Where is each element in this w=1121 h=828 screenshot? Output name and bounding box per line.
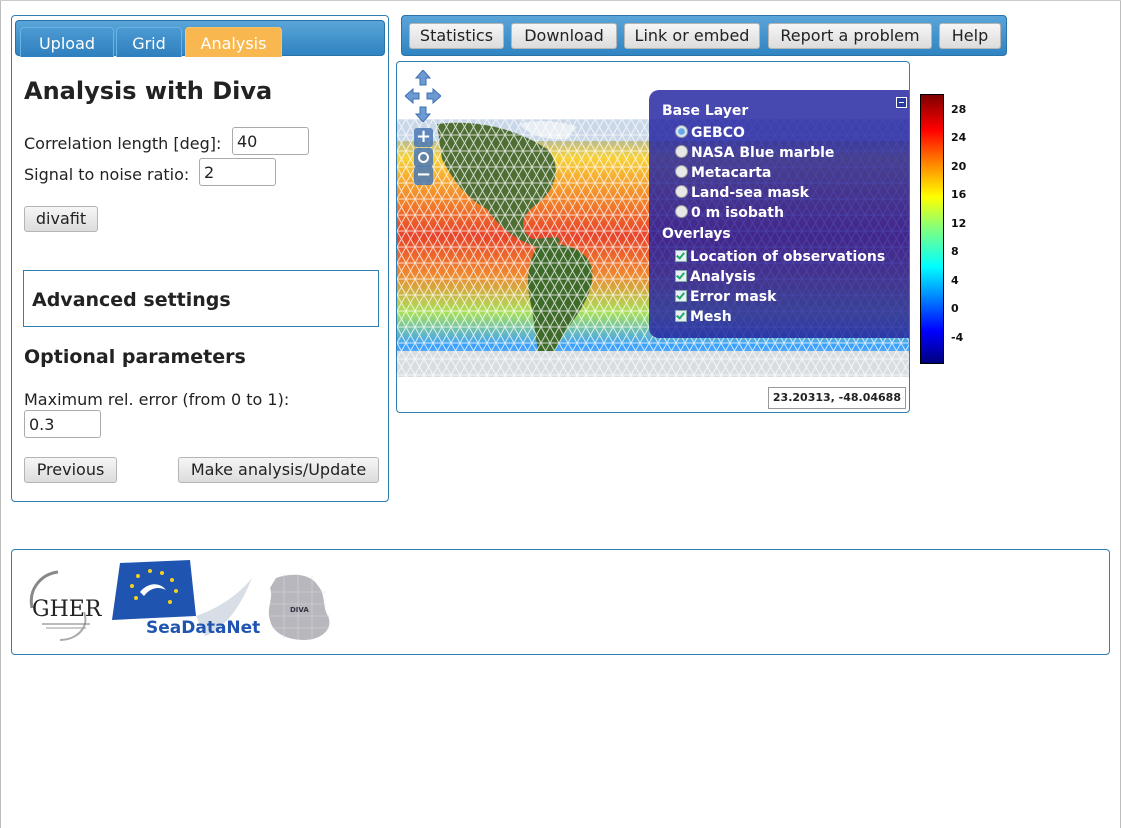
radio-icon[interactable] bbox=[675, 145, 688, 158]
base-layer-label: Land-sea mask bbox=[691, 185, 809, 201]
base-layer-metacarta[interactable]: Metacarta bbox=[675, 165, 771, 181]
correlation-length-input[interactable] bbox=[232, 127, 309, 155]
overlay-label: Error mask bbox=[690, 289, 777, 305]
base-layer-label: 0 m isobath bbox=[691, 205, 784, 221]
pan-arrows-icon[interactable] bbox=[405, 70, 441, 122]
gher-logo[interactable]: GHER bbox=[24, 568, 108, 644]
base-layer-gebco[interactable]: GEBCO bbox=[675, 125, 745, 141]
tab-bar: Upload Grid Analysis bbox=[15, 20, 385, 57]
link-or-embed-button[interactable]: Link or embed bbox=[624, 23, 760, 49]
base-layer-land-sea-mask[interactable]: Land-sea mask bbox=[675, 185, 809, 201]
max-rel-error-input[interactable] bbox=[24, 410, 101, 438]
overlays-heading: Overlays bbox=[662, 226, 731, 242]
divafit-button[interactable]: divafit bbox=[24, 206, 98, 232]
colorbar-label: 0 bbox=[951, 302, 959, 315]
diva-logo[interactable]: DIVA bbox=[264, 572, 336, 642]
help-button[interactable]: Help bbox=[939, 23, 1001, 49]
radio-selected-icon[interactable] bbox=[675, 125, 688, 138]
overlay-label: Location of observations bbox=[690, 249, 886, 265]
base-layer-heading: Base Layer bbox=[662, 103, 749, 119]
checkbox-checked-icon[interactable] bbox=[675, 290, 687, 302]
base-layer-label: GEBCO bbox=[691, 125, 745, 141]
advanced-settings-heading[interactable]: Advanced settings bbox=[32, 289, 231, 311]
zoom-in-button[interactable]: + bbox=[414, 128, 433, 147]
minimize-icon[interactable] bbox=[896, 97, 907, 108]
overlay-mesh[interactable]: Mesh bbox=[675, 309, 732, 325]
colorbar-label: 8 bbox=[951, 245, 959, 258]
base-layer-nasa[interactable]: NASA Blue marble bbox=[675, 145, 834, 161]
colorbar-label: -4 bbox=[951, 331, 964, 344]
zoom-out-button[interactable]: − bbox=[414, 166, 433, 185]
overlay-label: Analysis bbox=[690, 269, 756, 285]
signal-to-noise-label: Signal to noise ratio: bbox=[24, 165, 190, 184]
toolbar: Statistics Download Link or embed Report… bbox=[401, 15, 1007, 56]
analysis-panel: Upload Grid Analysis Analysis with Diva … bbox=[11, 15, 389, 502]
colorbar-label: 16 bbox=[951, 188, 967, 201]
colorbar-label: 12 bbox=[951, 217, 967, 230]
seadatanet-logo[interactable]: SeaDataNet bbox=[110, 558, 260, 638]
make-analysis-button[interactable]: Make analysis/Update bbox=[178, 457, 379, 483]
checkbox-checked-icon[interactable] bbox=[675, 250, 687, 262]
max-rel-error-label: Maximum rel. error (from 0 to 1): bbox=[24, 390, 290, 409]
colorbar-label: 28 bbox=[951, 103, 967, 116]
radio-icon[interactable] bbox=[675, 185, 688, 198]
seadatanet-logo-text: SeaDataNet bbox=[146, 618, 260, 638]
base-layer-isobath[interactable]: 0 m isobath bbox=[675, 205, 784, 221]
tab-grid[interactable]: Grid bbox=[116, 27, 182, 57]
tab-analysis[interactable]: Analysis bbox=[185, 27, 282, 57]
overlay-error-mask[interactable]: Error mask bbox=[675, 289, 776, 305]
advanced-settings-section[interactable]: Advanced settings bbox=[23, 270, 379, 327]
mouse-position-readout: 23.20313, -48.04688 bbox=[767, 387, 906, 409]
report-problem-button[interactable]: Report a problem bbox=[768, 23, 932, 49]
map-viewport[interactable]: + − Base Layer GEBCO NASA Blue marble Me… bbox=[396, 61, 910, 413]
colorbar-label: 24 bbox=[951, 131, 967, 144]
checkbox-checked-icon[interactable] bbox=[675, 310, 687, 322]
overlay-observations[interactable]: Location of observations bbox=[675, 249, 885, 265]
radio-icon[interactable] bbox=[675, 205, 688, 218]
window-left-edge bbox=[0, 1, 1, 828]
colorbar bbox=[920, 94, 944, 364]
previous-button[interactable]: Previous bbox=[24, 457, 117, 483]
signal-to-noise-input[interactable] bbox=[199, 158, 276, 186]
footer-logos: GHER SeaDataNet DIVA bbox=[11, 549, 1110, 655]
base-layer-label: Metacarta bbox=[691, 165, 772, 181]
correlation-length-label: Correlation length [deg]: bbox=[24, 134, 222, 153]
colorbar-label: 20 bbox=[951, 160, 967, 173]
statistics-button[interactable]: Statistics bbox=[409, 23, 504, 49]
diva-logo-text: DIVA bbox=[290, 606, 309, 614]
optional-parameters-heading: Optional parameters bbox=[24, 346, 246, 368]
tab-upload[interactable]: Upload bbox=[20, 27, 114, 57]
overlay-analysis[interactable]: Analysis bbox=[675, 269, 756, 285]
radio-icon[interactable] bbox=[675, 165, 688, 178]
gher-logo-text: GHER bbox=[32, 597, 103, 622]
checkbox-checked-icon[interactable] bbox=[675, 270, 687, 282]
layer-switcher: Base Layer GEBCO NASA Blue marble Metaca… bbox=[649, 90, 909, 338]
colorbar-label: 4 bbox=[951, 274, 959, 287]
base-layer-label: NASA Blue marble bbox=[691, 145, 835, 161]
page-title: Analysis with Diva bbox=[24, 77, 273, 105]
download-button[interactable]: Download bbox=[511, 23, 617, 49]
overlay-label: Mesh bbox=[690, 309, 732, 325]
